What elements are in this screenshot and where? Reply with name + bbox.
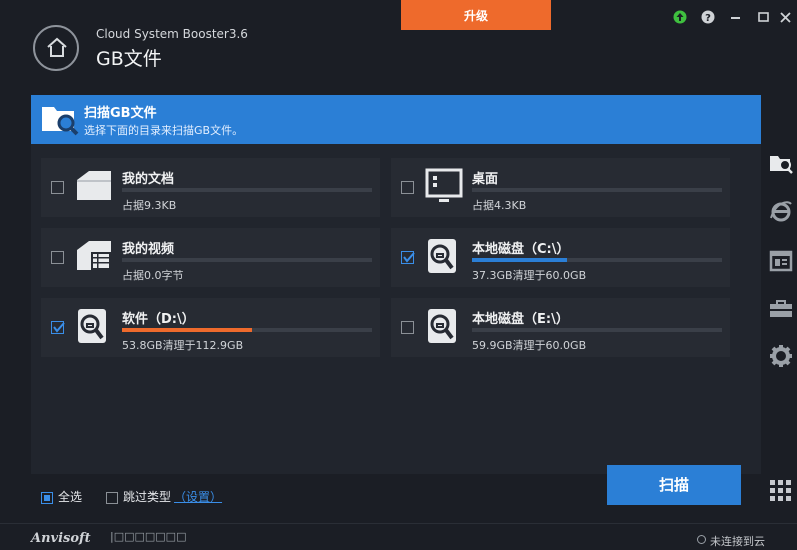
- item-detail: 37.3GB清理于60.0GB: [472, 269, 587, 282]
- list-item[interactable]: 我的文档 占据9.3KB: [41, 158, 380, 217]
- progress-bar: [122, 328, 372, 332]
- list-item[interactable]: 本地磁盘（E:\） 59.9GB清理于60.0GB: [391, 298, 730, 357]
- desktop-icon: [425, 168, 463, 202]
- skip-types-toggle[interactable]: 跳过类型 （设置）: [106, 488, 222, 505]
- item-detail: 53.8GB清理于112.9GB: [122, 339, 244, 352]
- item-detail: 占据4.3KB: [472, 199, 527, 212]
- ie-icon[interactable]: [768, 198, 794, 224]
- scan-banner: 扫描GB文件 选择下面的目录来扫描GB文件。: [31, 95, 761, 144]
- select-all-toggle[interactable]: 全选: [41, 488, 82, 505]
- checkmark-icon: [403, 252, 415, 263]
- progress-bar: [122, 188, 372, 192]
- cloud-status-icon: [697, 535, 706, 544]
- select-all-label: 全选: [58, 490, 83, 504]
- minimize-icon[interactable]: [728, 9, 744, 25]
- list-item[interactable]: 桌面 占据4.3KB: [391, 158, 730, 217]
- item-name: 我的视频: [122, 242, 175, 257]
- progress-bar: [472, 188, 722, 192]
- item-name: 我的文档: [122, 172, 175, 187]
- gear-icon[interactable]: [768, 343, 794, 369]
- item-checkbox[interactable]: [51, 181, 64, 194]
- page-title: GB文件: [96, 48, 162, 70]
- progress-bar: [472, 328, 722, 332]
- scan-folder-icon[interactable]: [768, 150, 794, 176]
- item-detail: 占据9.3KB: [122, 199, 177, 212]
- select-all-checkbox[interactable]: [41, 491, 53, 504]
- cloud-status: 未连接到云: [710, 535, 765, 548]
- disk-search-icon: [428, 309, 456, 343]
- video-folder-icon: [77, 241, 111, 270]
- list-item[interactable]: 本地磁盘（C:\） 37.3GB清理于60.0GB: [391, 228, 730, 287]
- list-item[interactable]: 软件（D:\） 53.8GB清理于112.9GB: [41, 298, 380, 357]
- items-panel: 我的文档 占据9.3KB 桌面 占据4.3KB 我的视频 占据0.0字节 本地磁…: [31, 144, 761, 474]
- item-name: 本地磁盘（E:\）: [472, 312, 569, 327]
- banner-title: 扫描GB文件: [84, 106, 157, 121]
- item-checkbox[interactable]: [51, 321, 65, 334]
- scan-button[interactable]: 扫描: [607, 465, 741, 505]
- item-checkbox[interactable]: [401, 251, 415, 264]
- title-bar: Cloud System Booster3.6 GB文件 升级 ?: [0, 0, 797, 90]
- disk-search-icon: [428, 239, 456, 273]
- item-name: 软件（D:\）: [122, 312, 195, 327]
- grid-icon: [770, 480, 791, 501]
- app-name: Cloud System Booster3.6: [96, 27, 248, 41]
- item-checkbox[interactable]: [401, 181, 414, 194]
- settings-link[interactable]: （设置）: [174, 490, 222, 504]
- close-icon[interactable]: [778, 9, 794, 25]
- progress-bar: [472, 258, 722, 262]
- help-icon[interactable]: ?: [700, 9, 716, 25]
- banner-subtitle: 选择下面的目录来扫描GB文件。: [84, 124, 244, 137]
- disk-search-icon: [78, 309, 106, 343]
- window-icon[interactable]: [768, 248, 794, 274]
- footer-placeholder: |□□□□□□□: [110, 530, 187, 543]
- item-detail: 占据0.0字节: [122, 269, 184, 282]
- maximize-icon[interactable]: [756, 9, 772, 25]
- item-checkbox[interactable]: [401, 321, 414, 334]
- progress-bar: [122, 258, 372, 262]
- brand-logo: Anvisoft: [31, 531, 91, 546]
- progress-fill: [122, 328, 252, 332]
- upgrade-button[interactable]: 升级: [401, 0, 551, 30]
- skip-types-checkbox[interactable]: [106, 491, 118, 504]
- update-icon[interactable]: [672, 9, 688, 25]
- toolbox-icon[interactable]: [768, 296, 794, 322]
- home-button[interactable]: [33, 25, 79, 71]
- item-name: 桌面: [472, 172, 499, 187]
- svg-text:?: ?: [705, 13, 711, 24]
- scan-folder-icon: [42, 107, 79, 136]
- item-name: 本地磁盘（C:\）: [472, 242, 570, 257]
- skip-types-label: 跳过类型: [123, 490, 172, 504]
- home-icon: [47, 37, 67, 57]
- progress-fill: [472, 258, 567, 262]
- footer-divider: [0, 523, 797, 524]
- item-detail: 59.9GB清理于60.0GB: [472, 339, 587, 352]
- item-checkbox[interactable]: [51, 251, 64, 264]
- list-item[interactable]: 我的视频 占据0.0字节: [41, 228, 380, 287]
- checkmark-icon: [53, 322, 65, 333]
- folder-icon: [77, 171, 111, 200]
